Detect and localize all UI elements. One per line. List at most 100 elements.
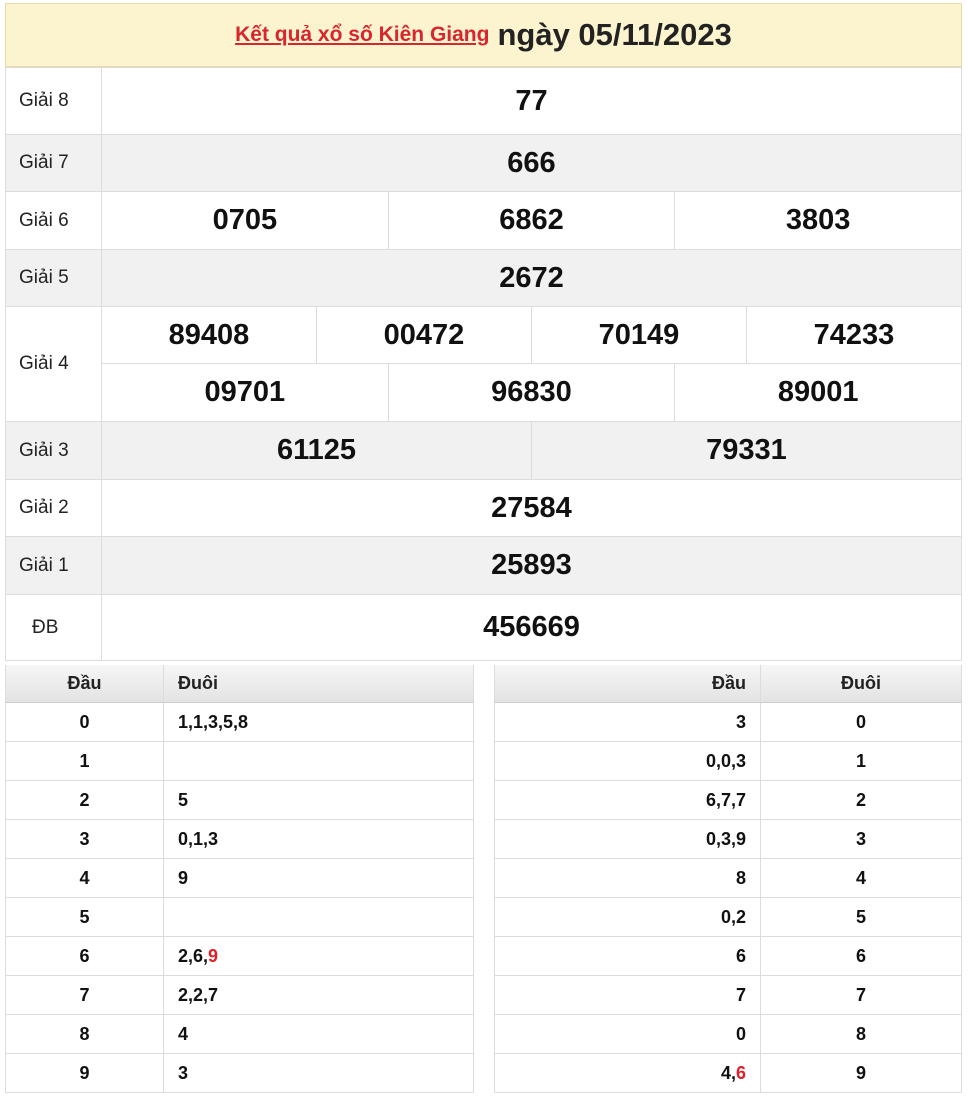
prize-label: Giải 6	[5, 191, 102, 250]
duoi-value: 2,2,7	[178, 984, 219, 1005]
table-row: 93	[5, 1053, 474, 1093]
dau-cell: 6	[494, 936, 761, 976]
prize-label: Giải 3	[5, 421, 102, 480]
dau-value: 0,2	[720, 906, 746, 927]
dau-value: 7	[735, 984, 746, 1005]
duoi-cell: 9	[760, 1053, 962, 1093]
prize-g4-number: 74233	[746, 307, 961, 363]
duoi-cell: 2,2,7	[163, 975, 474, 1015]
prize-g4-number: 00472	[316, 307, 531, 363]
table-row: 0 1,1,3,5,8	[5, 702, 474, 742]
table-row: 6 2,6,9	[5, 936, 474, 976]
prize-g5-number: 2672	[101, 249, 962, 307]
duoi-value: 5	[178, 789, 189, 810]
duoi-cell: 3	[760, 819, 962, 859]
dau-value: 0,3,9	[705, 828, 746, 849]
prize-row-g4: Giải 4 89408 00472 70149 74233 09701 968…	[5, 306, 962, 422]
duoi-cell: 1,1,3,5,8	[163, 702, 474, 742]
table-row: 6,7,7 2	[494, 780, 962, 820]
table-row: 66	[494, 936, 962, 976]
prize-g4-number: 70149	[531, 307, 746, 363]
duoi-value: 1,1,3,5,8	[178, 711, 249, 732]
prize-row-g5: Giải 5 2672	[5, 249, 962, 307]
prize-row-g3: Giải 3 61125 79331	[5, 421, 962, 480]
dau-cell: 0,0,3	[494, 741, 761, 781]
dau-highlight: 6	[735, 1062, 746, 1083]
prize-row-g8: Giải 8 77	[5, 67, 962, 135]
prize-label: Giải 5	[5, 249, 102, 307]
dau-value: 4,	[720, 1062, 736, 1083]
table-row: 84	[5, 1014, 474, 1054]
prize-g4-number: 09701	[204, 376, 286, 408]
prize-g6-number: 3803	[674, 192, 961, 249]
prize-g3-number: 79331	[531, 422, 961, 479]
prize-db-number: 456669	[101, 594, 962, 661]
prize-label: ĐB	[5, 594, 102, 661]
dau-cell: 0	[5, 702, 164, 742]
loto-head-table: Đầu Đuôi 0 1,1,3,5,8 1 2 5 3 0,1,3 4 9 5 6 2,6,9 7 2,…	[5, 665, 474, 1093]
result-container: Kết quả xổ số Kiên Giang ngày 05/11/2023…	[5, 3, 962, 661]
duoi-cell: 5	[163, 780, 474, 820]
duoi-cell: 0,1,3	[163, 819, 474, 859]
dau-cell: 3	[494, 702, 761, 742]
table-row: 25	[5, 780, 474, 820]
prize-label: Giải 1	[5, 536, 102, 595]
duoi-cell	[163, 897, 474, 937]
dau-cell: 2	[5, 780, 164, 820]
column-header-duoi: Đuôi	[163, 665, 474, 703]
duoi-cell: 2	[760, 780, 962, 820]
prize-g7-number: 666	[101, 134, 962, 192]
duoi-value: 2,6,	[178, 945, 209, 966]
table-row: 7 2,2,7	[5, 975, 474, 1015]
duoi-cell	[163, 741, 474, 781]
prize-row-g2: Giải 2 27584	[5, 479, 962, 537]
prize-g6-number: 6862	[387, 192, 675, 249]
table-row: 49	[5, 858, 474, 898]
duoi-cell: 4	[163, 1014, 474, 1054]
dau-cell: 9	[5, 1053, 164, 1093]
dau-value: 6,7,7	[705, 789, 746, 810]
table-row: 4,6 9	[494, 1053, 962, 1093]
prize-g6-number: 0705	[212, 204, 278, 236]
prize-row-g7: Giải 7 666	[5, 134, 962, 192]
duoi-cell: 4	[760, 858, 962, 898]
prize-g1-number: 25893	[101, 536, 962, 595]
duoi-value: 0,1,3	[178, 828, 219, 849]
lottery-title-link[interactable]: Kết quả xổ số Kiên Giang	[235, 23, 489, 47]
dau-cell: 6	[5, 936, 164, 976]
draw-date: ngày 05/11/2023	[497, 17, 732, 52]
dau-value: 6	[735, 945, 746, 966]
dau-cell: 7	[5, 975, 164, 1015]
loto-tail-table: Đầu Đuôi 3 0 0,0,3 1 6,7,7 2 0,3,9 3 8 4 0,2 5 6 6 7 7 0…	[494, 665, 962, 1093]
dau-cell: 4,6	[494, 1053, 761, 1093]
duoi-cell: 1	[760, 741, 962, 781]
dau-cell: 4	[5, 858, 164, 898]
dau-value: 0,0,3	[705, 750, 746, 771]
prize-g2-number: 27584	[101, 479, 962, 537]
dau-cell: 8	[494, 858, 761, 898]
duoi-cell: 0	[760, 702, 962, 742]
prize-g4-number: 89408	[168, 318, 250, 351]
duoi-value: 3	[178, 1062, 189, 1083]
prize-g4-number: 96830	[387, 364, 675, 421]
duoi-cell: 8	[760, 1014, 962, 1054]
dau-cell: 0,3,9	[494, 819, 761, 859]
dau-value: 3	[735, 711, 746, 732]
prize-row-g6: Giải 6 0705 6862 3803	[5, 191, 962, 250]
dau-cell: 3	[5, 819, 164, 859]
prize-table: Giải 8 77 Giải 7 666 Giải 6 0705 6862 38…	[5, 67, 962, 661]
table-row: 5	[5, 897, 474, 937]
table-row: 0,0,3 1	[494, 741, 962, 781]
prize-label: Giải 7	[5, 134, 102, 192]
dau-cell: 6,7,7	[494, 780, 761, 820]
dau-value: 0	[735, 1023, 746, 1044]
prize-g4-number: 89001	[674, 364, 961, 421]
dau-cell: 1	[5, 741, 164, 781]
dau-cell: 0,2	[494, 897, 761, 937]
dau-cell: 8	[5, 1014, 164, 1054]
duoi-highlight: 9	[208, 945, 219, 966]
table-row: 84	[494, 858, 962, 898]
column-header-dau: Đầu	[494, 665, 761, 703]
dau-value: 8	[735, 867, 746, 888]
prize-label: Giải 8	[5, 67, 102, 135]
